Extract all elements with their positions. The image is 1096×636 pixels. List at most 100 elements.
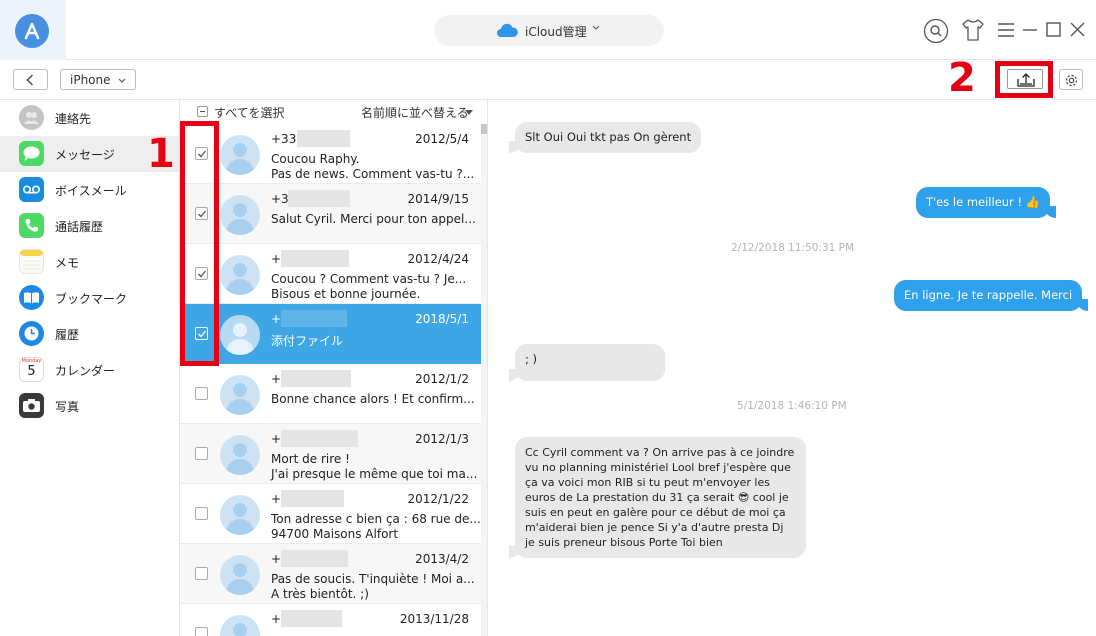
redacted-number: [281, 370, 351, 387]
sort-dropdown[interactable]: 名前順に並べ替える: [361, 104, 469, 121]
message-date: 2012/5/4: [415, 132, 469, 146]
message-preview: Bonne chance alors ! Et confirm...: [271, 392, 475, 406]
message-date: 2013/4/2: [415, 552, 469, 566]
redacted-number: [281, 310, 347, 327]
outgoing-message-bubble: T'es le meilleur ! 👍: [916, 187, 1057, 218]
message-date: 2013/11/28: [399, 612, 469, 626]
sidebar-item-label: カレンダー: [55, 364, 116, 378]
sidebar-item-calendar[interactable]: Monday 5 カレンダー: [0, 352, 179, 388]
list-item[interactable]: +33 2014/9/15 Salut Cyril. Merci pour to…: [180, 184, 481, 244]
chevron-left-icon: [26, 74, 33, 86]
sidebar-item-label: ボイスメール: [55, 184, 127, 198]
conversation-list: すべてを選択 名前順に並べ替える +336 2012/5/4 Coucou Ra…: [180, 100, 488, 636]
incoming-message-bubble: ; ): [509, 344, 665, 381]
list-item[interactable]: +3 2013/4/2 Pas de soucis. T'inquiète ! …: [180, 544, 481, 604]
list-header: すべてを選択 名前順に並べ替える: [180, 100, 487, 124]
step-2-highlight: [995, 61, 1053, 98]
skin-tshirt-icon[interactable]: [960, 17, 986, 43]
sidebar-item-photos[interactable]: 写真: [0, 388, 179, 424]
maximize-icon[interactable]: [1046, 22, 1061, 37]
message-preview: Pas de soucis. T'inquiète ! Moi a...: [271, 572, 475, 586]
list-item[interactable]: +336 2012/5/4 Coucou Raphy. Pas de news.…: [180, 124, 481, 184]
notes-icon: [19, 249, 44, 274]
step-1-label: 1: [147, 131, 175, 177]
row-checkbox[interactable]: [195, 447, 208, 460]
avatar: [220, 255, 260, 295]
settings-button[interactable]: [1059, 69, 1083, 90]
title-bar: iCloud管理: [0, 0, 1096, 60]
history-icon: [19, 321, 44, 346]
incoming-message-bubble: Cc Cyril comment va ? On arrive pas à ce…: [509, 437, 806, 558]
sidebar-item-label: 通話履歴: [55, 220, 104, 234]
contacts-icon: [19, 105, 44, 130]
redacted-number: [288, 190, 350, 207]
avatar: [220, 135, 260, 175]
list-scrollbar-thumb[interactable]: [481, 124, 487, 134]
redacted-number: [297, 130, 350, 147]
sidebar-item-label: 写真: [55, 400, 80, 414]
message-date: 2012/1/22: [407, 492, 469, 506]
incoming-message-bubble: Slt Oui Oui tkt pas On gèrent: [508, 122, 702, 153]
device-name: iPhone: [70, 73, 111, 87]
chevron-down-icon: [118, 78, 126, 83]
phone-icon: [19, 213, 44, 238]
sidebar-item-label: メッセージ: [55, 148, 115, 162]
avatar: [220, 555, 260, 595]
category-sidebar: 連絡先 メッセージ ボイスメール 通話履歴 メモ ブックマーク 履歴 Monda…: [0, 100, 180, 636]
list-scrollbar[interactable]: [481, 124, 487, 636]
message-date: 2012/1/3: [415, 432, 469, 446]
redacted-number: [281, 550, 348, 567]
row-checkbox[interactable]: [195, 627, 208, 636]
sidebar-item-call-history[interactable]: 通話履歴: [0, 208, 179, 244]
list-item[interactable]: +3 2012/4/24 Coucou ? Comment vas-tu ? J…: [180, 244, 481, 304]
list-item[interactable]: +3 2012/1/22 Ton adresse c bien ça : 68 …: [180, 484, 481, 544]
sidebar-item-label: 履歴: [55, 328, 80, 342]
sidebar-item-label: ブックマーク: [55, 292, 128, 306]
list-item[interactable]: +3 2013/11/28: [180, 604, 481, 636]
message-preview: Salut Cyril. Merci pour ton appel...: [271, 212, 476, 226]
message-timestamp: 5/1/2018 1:46:10 PM: [737, 400, 847, 412]
search-icon[interactable]: [923, 18, 949, 44]
message-preview-2: J'ai presque le même que toi ma...: [271, 467, 478, 481]
list-item[interactable]: +3 2012/1/2 Bonne chance alors ! Et conf…: [180, 364, 481, 424]
redacted-number: [281, 610, 342, 627]
message-preview-2: 94700 Maisons Alfort: [271, 527, 399, 541]
message-preview: Coucou Raphy.: [271, 152, 360, 166]
icloud-manager-dropdown[interactable]: iCloud管理: [434, 15, 664, 46]
select-all-checkbox[interactable]: [197, 106, 208, 117]
row-checkbox[interactable]: [195, 507, 208, 520]
close-icon[interactable]: [1070, 22, 1085, 37]
redacted-number: [281, 490, 344, 507]
messages-icon: [19, 141, 44, 166]
camera-icon: [19, 393, 44, 418]
row-checkbox[interactable]: [195, 567, 208, 580]
sidebar-item-notes[interactable]: メモ: [0, 244, 179, 280]
minimize-icon[interactable]: [1022, 23, 1038, 37]
message-preview-2: Pas de news. Comment vas-tu ?...: [271, 167, 475, 181]
caret-down-icon[interactable]: [465, 110, 473, 115]
outgoing-message-bubble: En ligne. Je te rappelle. Merci: [894, 280, 1089, 311]
list-item[interactable]: +3 2012/1/3 Mort de rire ! J'ai presque …: [180, 424, 481, 484]
message-preview: 添付ファイル: [271, 334, 344, 348]
gear-icon: [1065, 74, 1078, 87]
redacted-number: [281, 250, 349, 267]
sidebar-item-label: メモ: [55, 256, 80, 270]
device-selector[interactable]: iPhone: [60, 69, 136, 90]
sidebar-item-label: 連絡先: [55, 112, 92, 126]
avatar: [220, 495, 260, 535]
calendar-day: 5: [27, 364, 36, 379]
bookmark-icon: [19, 285, 44, 310]
app-logo-icon: [15, 14, 49, 48]
back-button[interactable]: [13, 69, 48, 90]
calendar-icon: Monday 5: [19, 357, 44, 382]
select-all-label[interactable]: すべてを選択: [214, 104, 284, 121]
sidebar-item-history[interactable]: 履歴: [0, 316, 179, 352]
row-checkbox[interactable]: [195, 387, 208, 400]
menu-icon[interactable]: [998, 23, 1014, 37]
list-item-selected[interactable]: +3 2018/5/1 添付ファイル: [180, 304, 481, 364]
sidebar-item-bookmarks[interactable]: ブックマーク: [0, 280, 179, 316]
message-date: 2012/1/2: [415, 372, 469, 386]
message-date: 2018/5/1: [415, 312, 469, 326]
avatar: [220, 615, 260, 636]
voicemail-icon: [19, 177, 44, 202]
